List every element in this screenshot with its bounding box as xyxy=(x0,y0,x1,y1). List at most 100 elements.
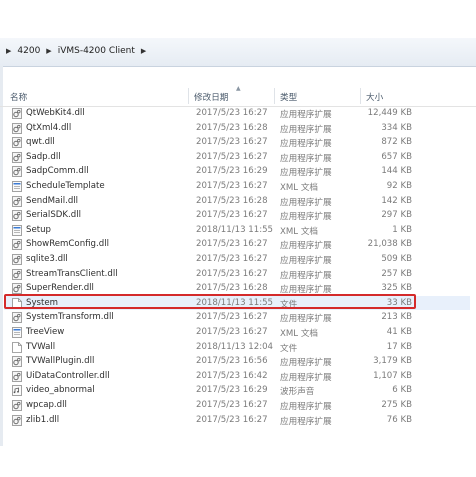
file-row[interactable]: Setup 2018/11/13 11:55 XML 文档 1 KB xyxy=(4,223,470,238)
file-name: zlib1.dll xyxy=(26,414,60,425)
file-name: QtWebKit4.dll xyxy=(26,108,85,118)
file-name: TVWallPlugin.dll xyxy=(26,356,95,367)
highlight-box xyxy=(4,294,416,309)
file-size: 872 KB xyxy=(381,137,412,148)
dll-gear-icon xyxy=(12,210,22,222)
dll-gear-icon xyxy=(12,356,22,368)
breadcrumb-item-ivms-client[interactable]: iVMS-4200 Client xyxy=(58,46,135,56)
file-size: 509 KB xyxy=(381,254,412,264)
file-name: wpcap.dll xyxy=(26,400,67,410)
file-row[interactable]: QtWebKit4.dll 2017/5/23 16:27 应用程序扩展 12,449… xyxy=(4,106,470,121)
file-name: ShowRemConfig.dll xyxy=(26,239,109,250)
file-name: sqlite3.dll xyxy=(26,254,68,264)
file-name: SystemTransform.dll xyxy=(26,312,114,323)
file-date: 2017/5/23 16:27 xyxy=(196,414,268,425)
file-date: 2017/5/23 16:27 xyxy=(196,137,268,148)
file-date: 2017/5/23 16:27 xyxy=(196,239,268,250)
file-size: 142 KB xyxy=(381,195,412,206)
file-row[interactable]: SystemTransform.dll 2017/5/23 16:27 应用程序扩展… xyxy=(4,310,470,325)
file-date: 2017/5/23 16:27 xyxy=(196,181,268,191)
breadcrumb-separator-icon[interactable]: ▶ xyxy=(141,47,146,55)
file-row[interactable]: qwt.dll 2017/5/23 16:27 应用程序扩展 872 KB xyxy=(4,135,470,150)
file-size: 657 KB xyxy=(381,151,412,162)
file-date: 2017/5/23 16:42 xyxy=(196,370,268,381)
file-size: 12,449 KB xyxy=(367,108,412,118)
file-date: 2017/5/23 16:27 xyxy=(196,400,268,410)
sort-ascending-icon: ▲ xyxy=(236,85,241,92)
file-row[interactable]: zlib1.dll 2017/5/23 16:27 应用程序扩展 76 KB xyxy=(4,413,470,428)
file-size: 297 KB xyxy=(381,210,412,221)
dll-gear-icon xyxy=(12,166,22,178)
file-size: 92 KB xyxy=(386,181,412,191)
file-date: 2017/5/23 16:27 xyxy=(196,327,268,337)
file-size: 334 KB xyxy=(381,122,412,133)
file-size: 325 KB xyxy=(381,283,412,294)
dll-gear-icon xyxy=(12,195,22,207)
file-row[interactable]: StreamTransClient.dll 2017/5/23 16:27 应用程序… xyxy=(4,267,470,282)
blank-file-icon xyxy=(12,341,22,353)
file-size: 1 KB xyxy=(392,224,412,235)
breadcrumb-separator-icon[interactable]: ▶ xyxy=(46,47,51,55)
column-header-type[interactable]: 类型 xyxy=(280,91,297,103)
file-row[interactable]: QtXml4.dll 2017/5/23 16:28 应用程序扩展 334 KB xyxy=(4,121,470,136)
status-area xyxy=(0,446,476,477)
file-date: 2017/5/23 16:27 xyxy=(196,108,268,118)
column-separator[interactable] xyxy=(274,88,275,104)
file-type: 波形声音 xyxy=(280,387,315,398)
file-size: 257 KB xyxy=(381,268,412,279)
file-size: 3,179 KB xyxy=(373,356,412,367)
dll-gear-icon xyxy=(12,312,22,324)
file-type: 文件 xyxy=(280,343,298,354)
file-type: 应用程序扩展 xyxy=(280,139,332,150)
dll-gear-icon xyxy=(12,400,22,411)
breadcrumb-item-4200[interactable]: 4200 xyxy=(17,46,40,56)
dll-gear-icon xyxy=(12,370,22,382)
file-size: 275 KB xyxy=(381,400,412,410)
column-separator[interactable] xyxy=(188,88,189,104)
file-name: ScheduleTemplate xyxy=(26,181,105,191)
file-row[interactable]: SendMail.dll 2017/5/23 16:28 应用程序扩展 142 KB xyxy=(4,194,470,209)
column-separator[interactable] xyxy=(360,88,361,104)
file-date: 2017/5/23 16:28 xyxy=(196,195,268,206)
file-row[interactable]: TVWallPlugin.dll 2017/5/23 16:56 应用程序扩展 3,1… xyxy=(4,354,470,369)
dll-gear-icon xyxy=(12,137,22,149)
file-name: qwt.dll xyxy=(26,137,55,148)
file-date: 2017/5/23 16:27 xyxy=(196,312,268,323)
file-row[interactable]: ShowRemConfig.dll 2017/5/23 16:27 应用程序扩展 21… xyxy=(4,237,470,252)
file-date: 2017/5/23 16:27 xyxy=(196,151,268,162)
dll-gear-icon xyxy=(12,108,22,119)
file-row[interactable]: video_abnormal 2017/5/23 16:29 波形声音 6 KB xyxy=(4,383,470,398)
column-header-size[interactable]: 大小 xyxy=(366,91,383,103)
breadcrumb-separator-icon[interactable]: ▶ xyxy=(6,47,11,55)
file-type: XML 文档 xyxy=(280,183,319,193)
file-type: 应用程序扩展 xyxy=(280,256,332,266)
dll-gear-icon xyxy=(12,239,22,251)
dll-gear-icon xyxy=(12,283,22,295)
file-size: 213 KB xyxy=(381,312,412,323)
column-header-date[interactable]: 修改日期 xyxy=(194,91,228,103)
xml-doc-icon xyxy=(12,224,22,236)
file-date: 2017/5/23 16:27 xyxy=(196,254,268,264)
file-row[interactable]: TVWall 2018/11/13 12:04 文件 17 KB xyxy=(4,340,470,355)
file-row[interactable]: TreeView 2017/5/23 16:27 XML 文档 41 KB xyxy=(4,325,470,340)
file-row[interactable]: Sadp.dll 2017/5/23 16:27 应用程序扩展 657 KB xyxy=(4,150,470,165)
file-row[interactable]: ScheduleTemplate 2017/5/23 16:27 XML 文档 92 … xyxy=(4,179,470,194)
audio-file-icon xyxy=(12,385,22,397)
dll-gear-icon xyxy=(12,414,22,426)
file-type: 应用程序扩展 xyxy=(280,241,332,252)
file-size: 41 KB xyxy=(386,327,412,337)
file-type: 应用程序扩展 xyxy=(280,402,332,412)
file-name: SuperRender.dll xyxy=(26,283,94,294)
file-type: 应用程序扩展 xyxy=(280,197,332,208)
file-row[interactable]: SerialSDK.dll 2017/5/23 16:27 应用程序扩展 297 KB xyxy=(4,208,470,223)
dll-gear-icon xyxy=(12,254,22,265)
file-row[interactable]: SadpComm.dll 2017/5/23 16:29 应用程序扩展 144 KB xyxy=(4,164,470,179)
file-type: 应用程序扩展 xyxy=(280,168,332,179)
file-row[interactable]: UiDataController.dll 2017/5/23 16:42 应用程序扩… xyxy=(4,369,470,384)
file-row[interactable]: sqlite3.dll 2017/5/23 16:27 应用程序扩展 509 KB xyxy=(4,252,470,267)
xml-doc-icon xyxy=(12,181,22,192)
file-name: video_abnormal xyxy=(26,385,95,396)
column-header-name[interactable]: 名称 xyxy=(10,91,27,103)
file-row[interactable]: wpcap.dll 2017/5/23 16:27 应用程序扩展 275 KB xyxy=(4,398,470,413)
xml-doc-icon xyxy=(12,327,22,338)
